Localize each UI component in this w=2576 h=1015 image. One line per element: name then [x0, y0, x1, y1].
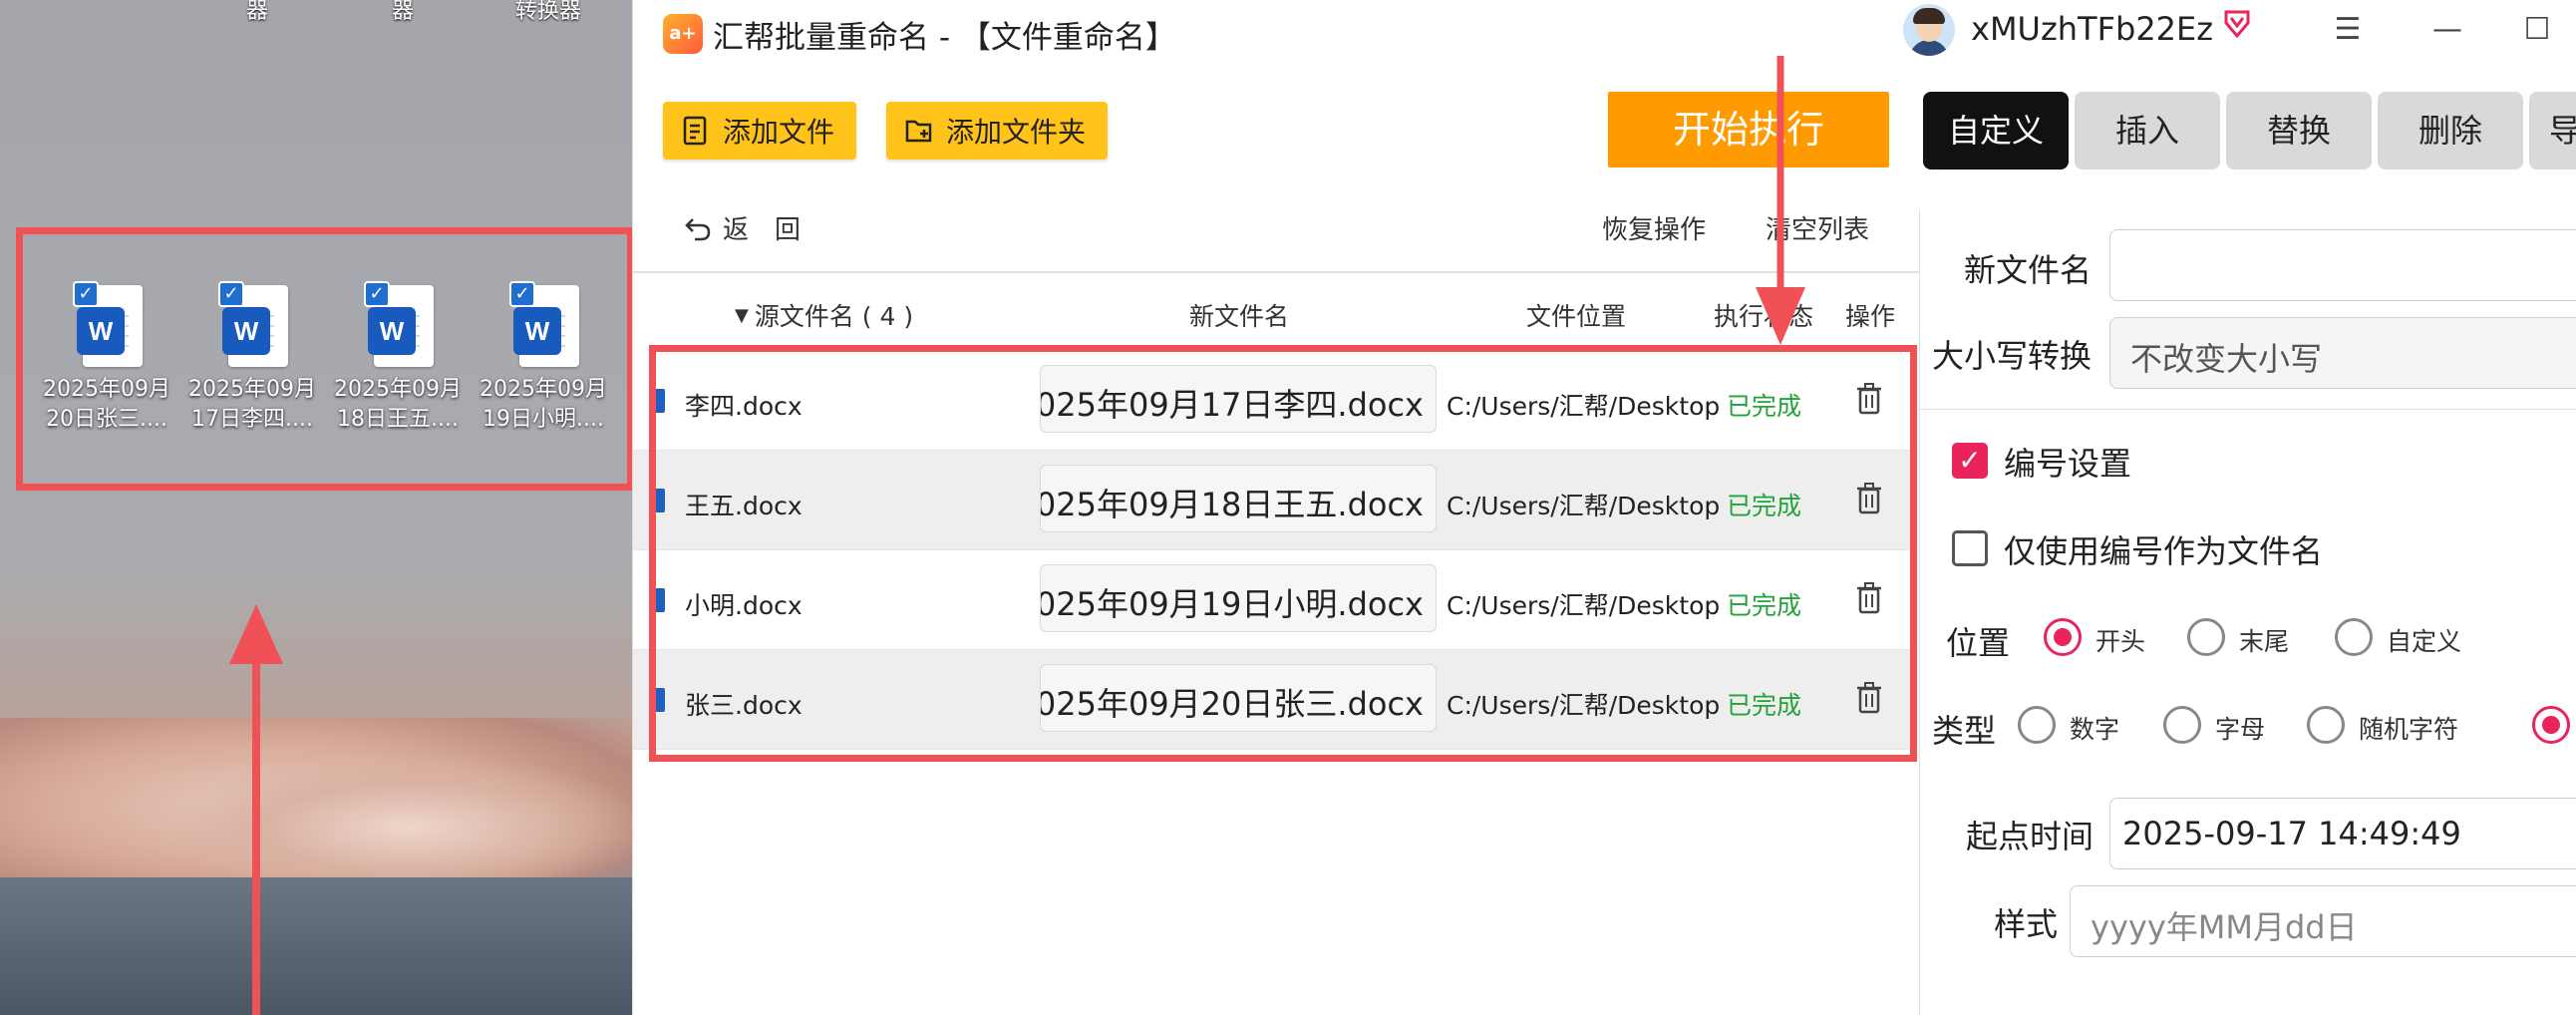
type-letter-label: 字母: [2215, 715, 2266, 744]
annotation-arrow-down-icon: [1756, 56, 1805, 345]
sort-down-icon: ▼: [735, 304, 749, 326]
numbering-label: 编号设置: [2004, 445, 2132, 483]
menu-icon[interactable]: ☰: [2318, 10, 2378, 50]
back-button[interactable]: 返 回: [683, 209, 801, 246]
add-folder-icon: [905, 120, 932, 143]
new-name-label: 新文件名: [1964, 251, 2093, 289]
add-file-icon: [683, 116, 707, 146]
back-label: 返 回: [723, 215, 802, 245]
add-file-button[interactable]: 添加文件: [663, 102, 856, 160]
add-folder-label: 添加文件夹: [946, 116, 1087, 149]
desktop-file-name: 2025年09月 17日李四....: [188, 377, 316, 432]
style-label: 样式: [1994, 905, 2059, 943]
tab-custom[interactable]: 自定义: [1923, 92, 2069, 169]
tab-replace[interactable]: 替换: [2226, 92, 2372, 169]
only-number-checkbox[interactable]: [1952, 530, 1988, 566]
tab-insert[interactable]: 插入: [2075, 92, 2220, 169]
type-random-label: 随机字符: [2359, 715, 2459, 744]
title-bar: a+ 汇帮批量重命名 - 【文件重命名】 xMUzhTFb22Ez ☰ — ☐: [633, 0, 2576, 66]
app-logo-icon: a+: [663, 14, 703, 54]
style-input[interactable]: yyyy年MM月dd日: [2070, 885, 2576, 957]
desktop-file-1[interactable]: W ✓ 2025年09月 20日张三....: [32, 281, 181, 435]
undo-arrow-icon: [685, 217, 711, 240]
column-action: 操作: [1845, 302, 1896, 331]
word-doc-icon: W ✓: [503, 281, 583, 371]
word-doc-icon: W ✓: [212, 281, 292, 371]
user-avatar[interactable]: [1903, 4, 1955, 56]
tab-delete[interactable]: 删除: [2378, 92, 2523, 169]
desktop-file-name: 2025年09月 20日张三....: [43, 377, 170, 432]
add-folder-button[interactable]: 添加文件夹: [886, 102, 1108, 160]
position-label: 位置: [1946, 624, 2011, 662]
window-title: 汇帮批量重命名 - 【文件重命名】: [713, 20, 1176, 56]
desktop-background: 器 器 转换器 W ✓ 2025年09月 20日张三.... W ✓ 2025年09月…: [0, 0, 632, 1015]
position-start-label: 开头: [2095, 627, 2146, 656]
desktop-file-name: 2025年09月 18日王五....: [334, 377, 462, 432]
new-name-input[interactable]: [2109, 229, 2576, 301]
minimize-icon[interactable]: —: [2417, 10, 2477, 50]
case-label: 大小写转换: [1932, 337, 2093, 375]
restore-button[interactable]: 恢复操作: [1602, 209, 1706, 246]
word-doc-icon: W ✓: [358, 281, 438, 371]
add-file-label: 添加文件: [723, 116, 835, 149]
numbering-checkbox[interactable]: ✓: [1952, 443, 1988, 479]
desktop-file-3[interactable]: W ✓ 2025年09月 18日王五....: [323, 281, 473, 435]
desktop-top-label-3[interactable]: 转换器: [479, 0, 618, 24]
position-end-radio[interactable]: [2187, 618, 2225, 656]
tab-export[interactable]: 导: [2529, 92, 2576, 169]
type-letter-radio[interactable]: [2163, 706, 2201, 744]
annotation-arrow-up-icon: [229, 604, 283, 1015]
desktop-file-4[interactable]: W ✓ 2025年09月 19日小明....: [469, 281, 618, 435]
app-window: a+ 汇帮批量重命名 - 【文件重命名】 xMUzhTFb22Ez ☰ — ☐ …: [632, 0, 2576, 1015]
type-number-radio[interactable]: [2018, 706, 2056, 744]
vip-diamond-icon: [2224, 10, 2250, 38]
desktop-file-name: 2025年09月 19日小明....: [480, 377, 607, 432]
column-location: 文件位置: [1526, 302, 1627, 331]
desktop-top-label-1[interactable]: 器: [187, 0, 327, 24]
start-time-label: 起点时间: [1966, 818, 2094, 855]
settings-panel: 新文件名 大小写转换 不改变大小写 ✓ 编号设置 仅使用编号作为文件名 位置 开…: [1919, 209, 2576, 1015]
position-end-label: 末尾: [2239, 627, 2290, 656]
position-custom-radio[interactable]: [2335, 618, 2373, 656]
type-date-radio[interactable]: [2532, 706, 2570, 744]
type-random-radio[interactable]: [2307, 706, 2345, 744]
start-time-input[interactable]: 2025-09-17 14:49:49: [2109, 798, 2576, 869]
position-custom-label: 自定义: [2387, 627, 2462, 656]
username[interactable]: xMUzhTFb22Ez: [1971, 10, 2213, 48]
case-select[interactable]: 不改变大小写: [2109, 317, 2576, 389]
only-number-label: 仅使用编号作为文件名: [2004, 532, 2324, 570]
type-label: 类型: [1932, 712, 1997, 750]
maximize-icon[interactable]: ☐: [2507, 10, 2567, 50]
table-selection-highlight: [649, 345, 1917, 762]
table-header: ▼ 源文件名 ( 4 ) 新文件名 文件位置 执行状态 操作: [633, 271, 1919, 351]
type-number-label: 数字: [2070, 715, 2120, 744]
column-new-name: 新文件名: [1189, 302, 1290, 331]
desktop-top-label-2[interactable]: 器: [333, 0, 473, 24]
position-start-radio[interactable]: [2044, 618, 2082, 656]
desktop-file-2[interactable]: W ✓ 2025年09月 17日李四....: [177, 281, 327, 435]
word-doc-icon: W ✓: [67, 281, 147, 371]
column-source[interactable]: ▼ 源文件名 ( 4 ): [735, 297, 913, 333]
